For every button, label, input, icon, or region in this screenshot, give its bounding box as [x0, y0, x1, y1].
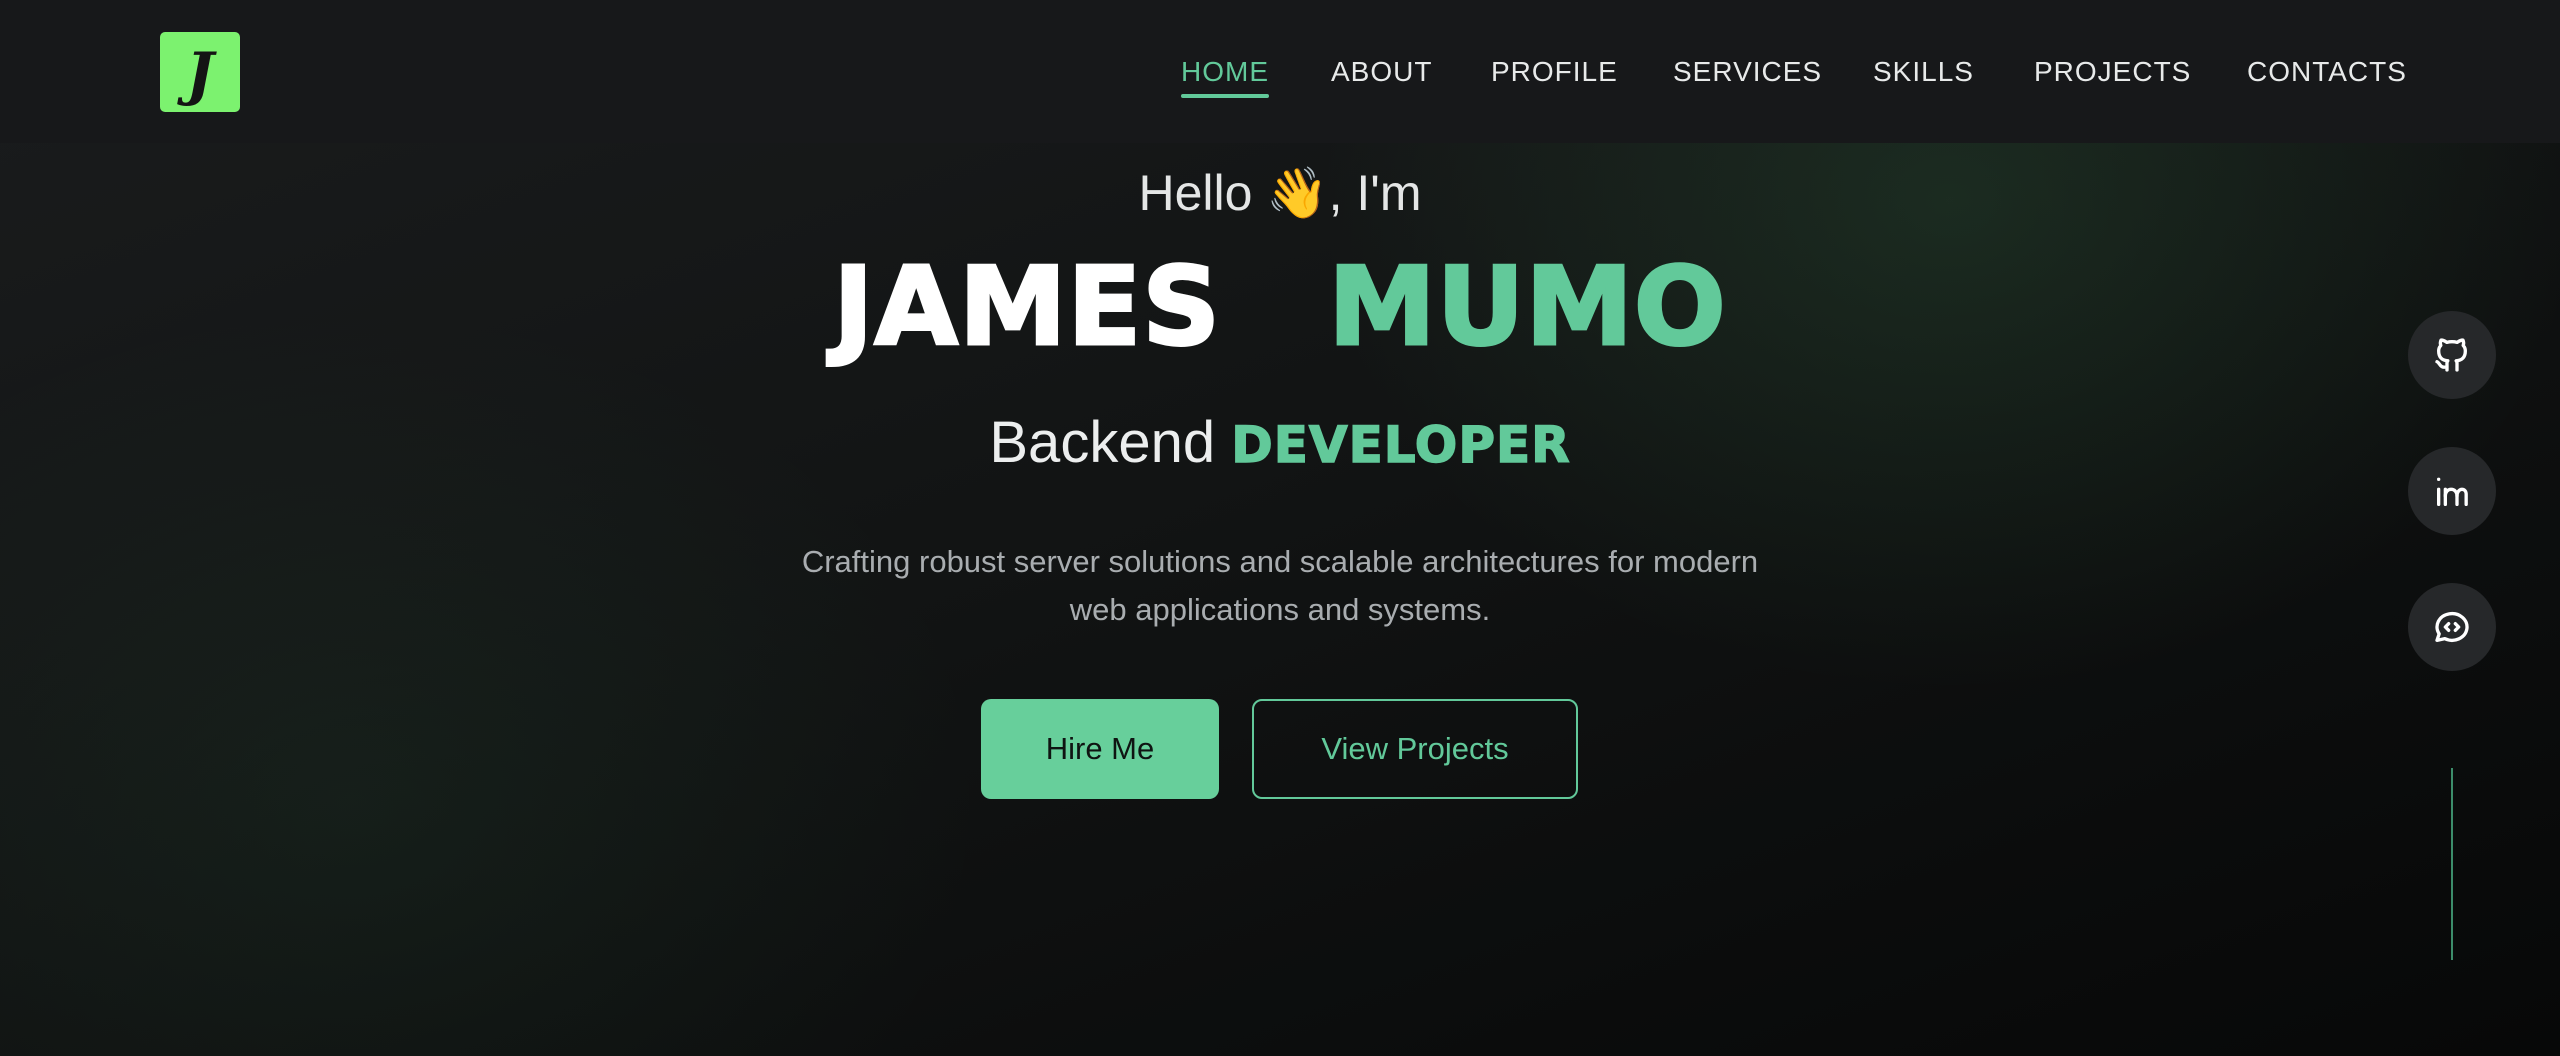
hero-name: JAMES MUMO: [0, 245, 2560, 370]
site-header: J HOME ABOUT PROFILE SERVICES SKILLS PRO…: [0, 0, 2560, 143]
nav-item-label: PROJECTS: [2034, 56, 2192, 87]
github-icon: [2435, 338, 2467, 372]
hero-description: Crafting robust server solutions and sca…: [801, 544, 1759, 627]
nav-item-label: HOME: [1181, 56, 1269, 87]
nav-item-profile[interactable]: PROFILE: [1491, 52, 1618, 92]
hire-me-button[interactable]: Hire Me: [981, 699, 1219, 799]
nav-item-label: SERVICES: [1673, 56, 1823, 87]
nav-item-contacts[interactable]: CONTACTS: [2247, 52, 2407, 92]
linkedin-link[interactable]: [2408, 447, 2496, 535]
hero-role: Backend DEVELOPER: [0, 408, 2560, 480]
main-nav: HOME ABOUT PROFILE SERVICES SKILLS PROJE…: [0, 52, 2560, 98]
first-name: JAMES: [832, 245, 1222, 370]
active-nav-underline: [1181, 94, 1269, 98]
hero-greeting: Hello 👋, I'm: [1138, 165, 1422, 221]
nav-item-label: CONTACTS: [2247, 56, 2407, 87]
last-name: MUMO: [1327, 245, 1727, 370]
nav-item-skills[interactable]: SKILLS: [1873, 52, 1974, 92]
nav-item-projects[interactable]: PROJECTS: [2034, 52, 2191, 92]
github-link[interactable]: [2408, 311, 2496, 399]
chat-code-icon: [2435, 611, 2469, 642]
chat-link[interactable]: [2408, 583, 2496, 671]
scroll-indicator-line: [2451, 768, 2453, 960]
view-projects-button[interactable]: View Projects: [1252, 699, 1578, 799]
nav-item-label: SKILLS: [1873, 56, 1974, 87]
nav-item-about[interactable]: ABOUT: [1331, 52, 1432, 92]
linkedin-icon: [2437, 477, 2468, 506]
nav-item-services[interactable]: SERVICES: [1673, 52, 1822, 92]
nav-item-label: ABOUT: [1331, 56, 1433, 87]
nav-item-home[interactable]: HOME: [1181, 52, 1269, 98]
role-prefix: Backend: [989, 410, 1216, 475]
nav-item-label: PROFILE: [1491, 56, 1618, 87]
role-accent: DEVELOPER: [1230, 415, 1571, 475]
page: J HOME ABOUT PROFILE SERVICES SKILLS PRO…: [0, 0, 2560, 1056]
